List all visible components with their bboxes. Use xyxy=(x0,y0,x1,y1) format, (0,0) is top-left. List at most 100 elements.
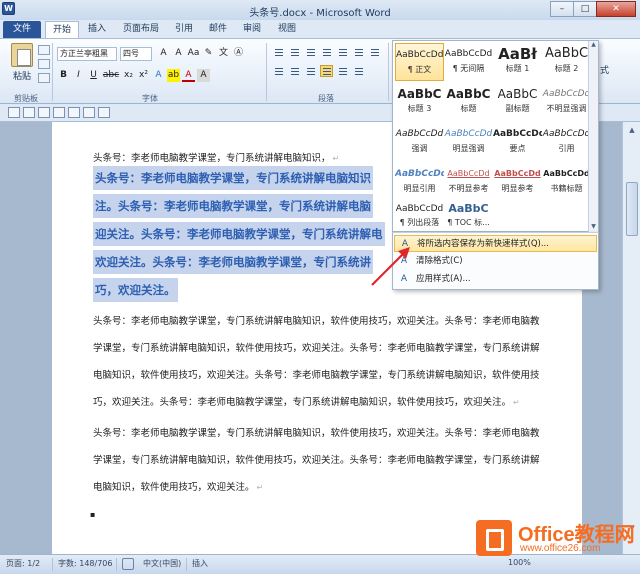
shrink-font-icon[interactable]: A xyxy=(172,47,185,60)
bold-button[interactable]: B xyxy=(57,69,70,82)
grow-font-icon[interactable]: A xyxy=(157,47,170,60)
style-subtitle[interactable]: AaBbC 副标题 xyxy=(493,83,542,121)
style-intense-quote[interactable]: AaBbCcDd 明显引用 xyxy=(395,163,444,201)
line-spacing-icon[interactable] xyxy=(352,65,365,77)
phonetic-guide-icon[interactable]: 文 xyxy=(217,47,230,60)
font-size-select[interactable]: 四号 xyxy=(120,47,152,61)
close-button[interactable]: ✕ xyxy=(596,1,636,17)
print-preview-icon[interactable] xyxy=(83,107,95,118)
scroll-up-icon[interactable]: ▲ xyxy=(626,124,638,136)
gallery-scrollbar[interactable]: ▲ ▼ xyxy=(588,41,598,233)
tab-mailings[interactable]: 邮件 xyxy=(204,21,232,38)
chinese-layout-icon[interactable] xyxy=(352,46,365,58)
style-name: 副标题 xyxy=(505,104,530,113)
align-center-icon[interactable] xyxy=(288,65,301,77)
enclose-char-icon[interactable]: Ⓐ xyxy=(232,47,245,60)
style-name: 标题 1 xyxy=(505,64,530,73)
tab-file[interactable]: 文件 xyxy=(3,21,41,38)
justify-icon[interactable] xyxy=(320,65,333,77)
clear-formatting-item[interactable]: A 清除格式(C) xyxy=(394,253,597,270)
style-heading-3[interactable]: AaBbC 标题 3 xyxy=(395,83,444,121)
change-styles-label[interactable]: 式 xyxy=(600,63,609,76)
distributed-icon[interactable] xyxy=(336,65,349,77)
paragraph-mark: ↵ xyxy=(332,154,340,163)
style-subtle-reference[interactable]: AaBbCcDd 不明显参考 xyxy=(444,163,493,201)
undo-icon[interactable] xyxy=(23,107,35,118)
style-intense-emphasis[interactable]: AaBbCcDd 明显强调 xyxy=(444,123,493,161)
change-case-icon[interactable]: Aa xyxy=(187,47,200,60)
style-subtle-emphasis[interactable]: AaBbCcDd 不明显强调 xyxy=(542,83,591,121)
doc-text: 电脑知识，软件使用技巧，欢迎关注。 xyxy=(93,482,255,493)
font-name-select[interactable]: 方正兰亭粗黑 xyxy=(57,47,117,61)
style-emphasis[interactable]: AaBbCcDd 强调 xyxy=(395,123,444,161)
increase-indent-icon[interactable] xyxy=(336,46,349,58)
word-count[interactable]: 字数: 148/706 xyxy=(58,558,112,569)
doc-line: 电脑知识，软件使用技巧，欢迎关注。头条号：李老师电脑教学课堂，专门系统讲解电脑知… xyxy=(93,370,540,381)
strikethrough-button[interactable]: abc xyxy=(102,69,120,82)
numbering-icon[interactable] xyxy=(288,46,301,58)
style-quote[interactable]: AaBbCcDd 引用 xyxy=(542,123,591,161)
proofing-icon[interactable] xyxy=(122,558,134,570)
language[interactable]: 中文(中国) xyxy=(143,558,181,569)
tab-references[interactable]: 引用 xyxy=(170,21,198,38)
font-color-button[interactable]: A xyxy=(182,69,195,82)
style-normal[interactable]: AaBbCcDd ¶ 正文 xyxy=(395,43,444,81)
group-divider xyxy=(52,43,53,101)
style-title[interactable]: AaBbC 标题 xyxy=(444,83,493,121)
decrease-indent-icon[interactable] xyxy=(320,46,333,58)
style-toc-heading[interactable]: AaBbC ¶ TOC 标... xyxy=(444,201,493,231)
align-right-icon[interactable] xyxy=(304,65,317,77)
vertical-scrollbar[interactable]: ▲ ▼ xyxy=(622,122,640,560)
scroll-thumb[interactable] xyxy=(626,182,638,236)
tab-review[interactable]: 审阅 xyxy=(238,21,266,38)
cut-icon[interactable] xyxy=(38,45,50,55)
paste-button[interactable]: 粘贴 xyxy=(7,43,37,87)
left-gutter xyxy=(0,122,52,560)
minimize-button[interactable]: – xyxy=(550,1,574,17)
underline-button[interactable]: U xyxy=(87,69,100,82)
selected-line[interactable]: 欢迎关注。头条号：李老师电脑教学课堂，专门系统讲 xyxy=(93,250,373,274)
save-as-quick-style-item[interactable]: A 将所选内容保存为新快速样式(Q)... xyxy=(394,235,597,252)
tab-insert[interactable]: 插入 xyxy=(82,21,112,38)
style-intense-reference[interactable]: AaBbCcDd 明显参考 xyxy=(493,163,542,201)
page-count[interactable]: 页面: 1/2 xyxy=(6,558,40,569)
subscript-button[interactable]: x₂ xyxy=(122,69,135,82)
style-strong[interactable]: AaBbCcDd 要点 xyxy=(493,123,542,161)
format-painter-icon[interactable] xyxy=(38,73,50,83)
italic-button[interactable]: I xyxy=(72,69,85,82)
selected-line[interactable]: 头条号：李老师电脑教学课堂，专门系统讲解电脑知识 xyxy=(93,166,373,190)
tab-view[interactable]: 视图 xyxy=(273,21,301,38)
customize-qat-icon[interactable] xyxy=(98,107,110,118)
superscript-button[interactable]: x² xyxy=(137,69,150,82)
selected-line[interactable]: 注。头条号：李老师电脑教学课堂，专门系统讲解电脑 xyxy=(93,194,373,218)
char-shading-button[interactable]: A xyxy=(197,69,210,82)
new-doc-icon[interactable] xyxy=(53,107,65,118)
status-divider xyxy=(116,558,117,571)
selected-line[interactable]: 巧，欢迎关注。 xyxy=(93,278,178,302)
style-heading-1[interactable]: AaBł 标题 1 xyxy=(493,43,542,81)
style-list-paragraph[interactable]: AaBbCcDd ¶ 列出段落 xyxy=(395,201,444,231)
sort-icon[interactable] xyxy=(368,46,381,58)
apply-styles-item[interactable]: A 应用样式(A)... xyxy=(394,271,597,288)
gallery-scroll-up-icon[interactable]: ▲ xyxy=(589,41,598,51)
insert-mode[interactable]: 插入 xyxy=(192,558,208,569)
align-left-icon[interactable] xyxy=(272,65,285,77)
bullets-icon[interactable] xyxy=(272,46,285,58)
highlight-button[interactable]: ab xyxy=(167,69,180,82)
clear-formatting-icon[interactable]: ✎ xyxy=(202,47,215,60)
style-no-spacing[interactable]: AaBbCcDd ¶ 无间隔 xyxy=(444,43,493,81)
selected-line[interactable]: 迎关注。头条号：李老师电脑教学课堂，专门系统讲解电 xyxy=(93,222,385,246)
group-label-paragraph: 段落 xyxy=(318,94,334,103)
style-heading-2[interactable]: AaBbC 标题 2 xyxy=(542,43,591,81)
style-book-title[interactable]: AaBbCcDd 书籍标题 xyxy=(542,163,591,201)
copy-icon[interactable] xyxy=(38,59,50,69)
font-size-buttons: A A Aa ✎ 文 Ⓐ xyxy=(157,47,245,60)
text-effects-button[interactable]: A xyxy=(152,69,165,82)
multilevel-list-icon[interactable] xyxy=(304,46,317,58)
maximize-button[interactable]: □ xyxy=(573,1,597,17)
redo-icon[interactable] xyxy=(38,107,50,118)
tab-home[interactable]: 开始 xyxy=(45,21,79,38)
save-icon[interactable] xyxy=(8,107,20,118)
open-folder-icon[interactable] xyxy=(68,107,80,118)
tab-page-layout[interactable]: 页面布局 xyxy=(116,21,166,38)
